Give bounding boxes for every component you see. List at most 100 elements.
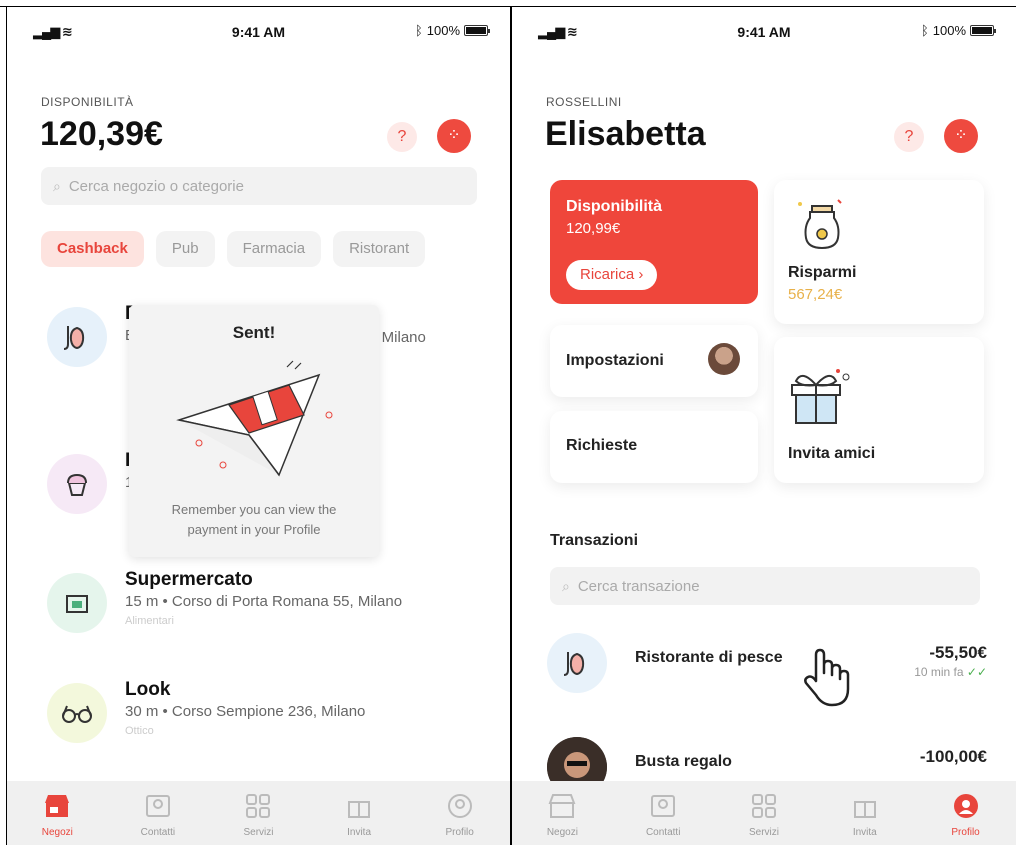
- invite-friends-card[interactable]: Invita amici: [774, 337, 984, 483]
- search-placeholder: Cerca negozio o categorie: [68, 177, 244, 195]
- services-icon: [241, 789, 275, 823]
- savings-jar-icon: [798, 199, 842, 250]
- store-list-item[interactable]: Look 30 m • Corso Sempione 236, Milano O…: [47, 679, 507, 763]
- tab-label: Profilo: [445, 827, 474, 838]
- bluetooth-icon: ᛒ: [920, 23, 929, 38]
- settings-card[interactable]: Impostazioni: [550, 325, 758, 397]
- availability-label: Disponibilità: [566, 198, 662, 215]
- battery-icon: [464, 25, 490, 36]
- tab-profilo[interactable]: Profilo: [926, 789, 1006, 838]
- store-category: Ottico: [125, 725, 154, 737]
- battery-percent: 100%: [932, 23, 966, 38]
- status-bar: ▂▄▆ ≋ 9:41 AM ᛒ 100%: [512, 22, 1016, 44]
- invite-friends-label: Invita amici: [788, 445, 876, 462]
- tab-servizi[interactable]: Servizi: [724, 789, 804, 838]
- toast-title: Sent!: [232, 323, 276, 342]
- tab-label: Servizi: [243, 827, 274, 838]
- transactions-title: Transazioni: [550, 532, 639, 549]
- search-placeholder: Cerca transazione: [577, 577, 700, 595]
- transaction-row[interactable]: Ristorante di pesce -55,50€ 10 min fa ✓✓: [547, 633, 987, 693]
- tab-bar: Negozi Contatti Servizi Invita Profilo: [7, 781, 510, 845]
- bluetooth-icon: ᛒ: [414, 23, 423, 38]
- tab-contatti[interactable]: Contatti: [623, 789, 703, 838]
- chip-ristoranti[interactable]: Ristorant: [333, 231, 426, 267]
- gift-icon: [791, 369, 850, 424]
- store-category: Alimentari: [125, 615, 174, 627]
- tab-label: Profilo: [951, 827, 980, 838]
- tab-label: Invita: [852, 827, 877, 838]
- glasses-icon: [47, 683, 107, 743]
- tab-negozi[interactable]: Negozi: [522, 789, 602, 838]
- balance-amount: 120,39€: [40, 115, 163, 153]
- transaction-amount: -55,50€: [929, 643, 987, 662]
- battery-indicator: ᛒ 100%: [920, 23, 996, 38]
- grid-icon: ⁘: [954, 127, 968, 144]
- tab-contatti[interactable]: Contatti: [118, 789, 198, 838]
- settings-label: Impostazioni: [566, 352, 664, 369]
- transaction-name: Busta regalo: [635, 753, 732, 770]
- tab-label: Contatti: [645, 827, 681, 838]
- requests-card[interactable]: Richieste: [550, 411, 758, 483]
- availability-card[interactable]: Disponibilità 120,99€ Ricarica ›: [550, 180, 758, 304]
- read-ticks-icon: ✓✓: [966, 665, 987, 679]
- gift-icon: [342, 789, 376, 823]
- help-button[interactable]: ?: [387, 122, 417, 152]
- store-name: Supermercato: [125, 569, 253, 590]
- requests-label: Richieste: [566, 437, 638, 454]
- tab-bar: Negozi Contatti Servizi Invita Profilo: [512, 781, 1016, 845]
- store-list-item[interactable]: Supermercato 15 m • Corso di Porta Roman…: [47, 569, 507, 653]
- search-icon: ⌕: [53, 177, 61, 194]
- transaction-time: 10 min fa ✓✓: [914, 665, 987, 679]
- status-bar: ▂▄▆ ≋ 9:41 AM ᛒ 100%: [7, 22, 510, 44]
- tab-label: Invita: [347, 827, 372, 838]
- transaction-amount: -100,00€: [919, 747, 987, 766]
- savings-value: 567,24€: [788, 286, 843, 303]
- battery-indicator: ᛒ 100%: [414, 23, 490, 38]
- balance-caption: DISPONIBILITÀ: [41, 95, 134, 109]
- tab-label: Servizi: [748, 827, 779, 838]
- fish-icon: [547, 633, 607, 693]
- battery-icon: [970, 25, 996, 36]
- topup-button[interactable]: Ricarica ›: [566, 260, 658, 290]
- apps-grid-button[interactable]: ⁘: [437, 119, 471, 153]
- profile-icon: [443, 789, 477, 823]
- apps-grid-button[interactable]: ⁘: [944, 119, 978, 153]
- store-address: 30 m • Corso Sempione 236, Milano: [125, 703, 366, 720]
- tab-profilo[interactable]: Profilo: [420, 789, 500, 838]
- tab-servizi[interactable]: Servizi: [218, 789, 298, 838]
- savings-card[interactable]: Risparmi 567,24€: [774, 180, 984, 324]
- tab-invita[interactable]: Invita: [319, 789, 399, 838]
- user-avatar: [708, 343, 740, 375]
- search-icon: ⌕: [562, 577, 570, 594]
- user-surname: ROSSELLINI: [546, 95, 622, 109]
- store-icon: [545, 789, 579, 823]
- store-address: 15 m • Corso di Porta Romana 55, Milano: [125, 593, 403, 610]
- grid-icon: ⁘: [447, 127, 461, 144]
- transaction-search-input[interactable]: ⌕ Cerca transazione: [550, 567, 980, 605]
- contacts-icon: [646, 789, 680, 823]
- paper-plane-icon: [176, 360, 333, 477]
- store-name: Look: [125, 679, 171, 700]
- chip-cashback[interactable]: Cashback: [41, 231, 144, 267]
- gift-icon: [848, 789, 882, 823]
- tab-negozi[interactable]: Negozi: [17, 789, 97, 838]
- battery-percent: 100%: [426, 23, 460, 38]
- availability-value: 120,99€: [566, 220, 621, 237]
- cupcake-icon: [47, 454, 107, 514]
- chip-farmacia[interactable]: Farmacia: [226, 231, 322, 267]
- savings-label: Risparmi: [788, 264, 857, 281]
- fish-icon: [47, 307, 107, 367]
- profile-screen: ▂▄▆ ≋ 9:41 AM ᛒ 100% ROSSELLINI Elisabet…: [512, 7, 1016, 845]
- store-icon: [40, 789, 74, 823]
- toast-message: Remember you can view the payment in you…: [171, 502, 337, 537]
- profile-icon: [949, 789, 983, 823]
- shop-search-input[interactable]: ⌕ Cerca negozio o categorie: [41, 167, 477, 205]
- help-button[interactable]: ?: [894, 122, 924, 152]
- transaction-name: Ristorante di pesce: [635, 649, 783, 666]
- chip-pub[interactable]: Pub: [155, 231, 215, 267]
- grocery-icon: [47, 573, 107, 633]
- tab-invita[interactable]: Invita: [825, 789, 905, 838]
- sent-toast: Sent! Remember you can view the payment …: [129, 305, 379, 557]
- contacts-icon: [141, 789, 175, 823]
- transaction-time-text: 10 min fa: [914, 665, 964, 679]
